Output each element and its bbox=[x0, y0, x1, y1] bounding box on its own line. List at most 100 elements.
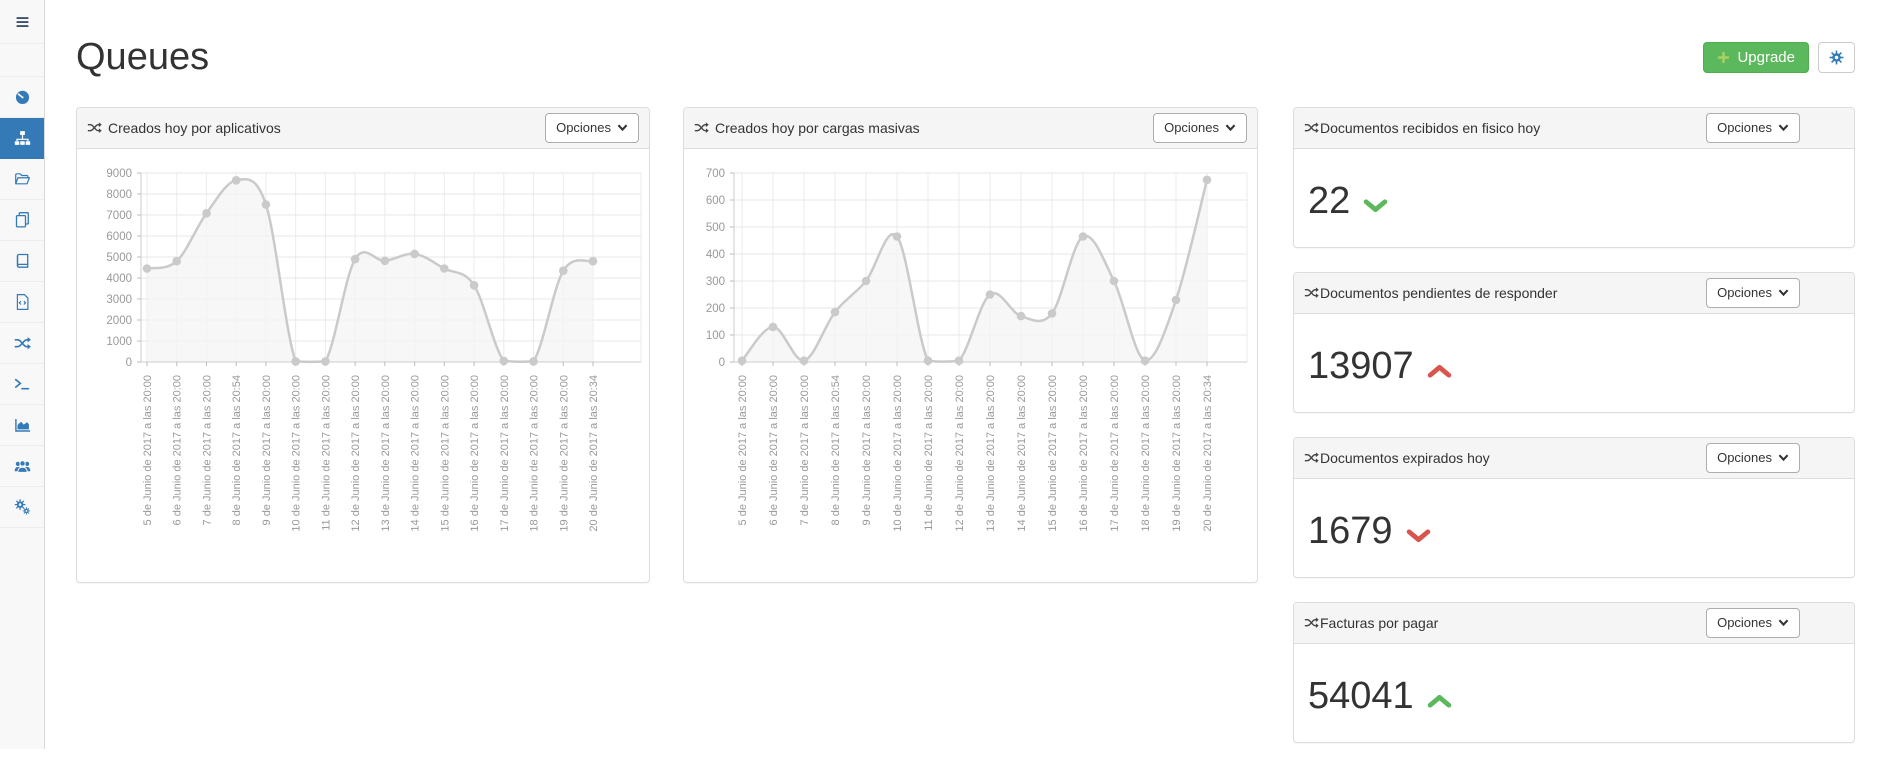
upgrade-button[interactable]: Upgrade bbox=[1703, 42, 1809, 73]
plus-icon bbox=[1717, 51, 1730, 64]
chart-title-text: Creados hoy por aplicativos bbox=[108, 120, 281, 136]
chart-card-body: 01002003004005006007005 de Junio de 2017… bbox=[684, 149, 1257, 582]
header-actions: Upgrade bbox=[1703, 42, 1855, 73]
stat-card-2: Documentos expirados hoy Opciones 1679 bbox=[1293, 437, 1855, 578]
chart-card-title: Creados hoy por aplicativos bbox=[87, 120, 281, 136]
svg-text:6000: 6000 bbox=[106, 231, 132, 243]
options-select[interactable]: Opciones bbox=[545, 113, 639, 143]
shuffle-icon bbox=[87, 121, 102, 134]
sidebar-item-dashboard[interactable] bbox=[0, 77, 44, 118]
stat-card-body: 22 bbox=[1294, 149, 1854, 248]
svg-text:300: 300 bbox=[706, 276, 725, 288]
stat-card-3: Facturas por pagar Opciones 54041 bbox=[1293, 602, 1855, 743]
svg-text:8 de Junio de 2017 a las 20:54: 8 de Junio de 2017 a las 20:54 bbox=[231, 375, 243, 525]
svg-text:8000: 8000 bbox=[106, 189, 132, 201]
svg-text:5000: 5000 bbox=[106, 252, 132, 264]
svg-text:13 de Junio de 2017 a las 20:0: 13 de Junio de 2017 a las 20:00 bbox=[380, 375, 392, 532]
options-select[interactable]: Opciones bbox=[1706, 443, 1800, 473]
svg-text:11 de Junio de 2017 a las 20:0: 11 de Junio de 2017 a las 20:00 bbox=[320, 375, 332, 531]
sidebar-item-shuffle[interactable] bbox=[0, 323, 44, 364]
options-label: Opciones bbox=[1717, 285, 1772, 300]
svg-text:4000: 4000 bbox=[106, 273, 132, 285]
svg-text:16 de Junio de 2017 a las 20:0: 16 de Junio de 2017 a las 20:00 bbox=[1078, 375, 1090, 532]
chart-card-creados-aplicativos: Creados hoy por aplicativosOpciones01000… bbox=[76, 107, 650, 583]
sidebar-item-sitemap[interactable] bbox=[0, 118, 44, 159]
sidebar-item-file-code[interactable] bbox=[0, 282, 44, 323]
shuffle-icon bbox=[1304, 616, 1319, 629]
sidebar-item-book[interactable] bbox=[0, 241, 44, 282]
svg-text:5 de Junio de 2017 a las 20:00: 5 de Junio de 2017 a las 20:00 bbox=[142, 375, 154, 525]
stat-title-text: Documentos expirados hoy bbox=[1320, 450, 1490, 466]
svg-text:18 de Junio de 2017 a las 20:0: 18 de Junio de 2017 a las 20:00 bbox=[529, 375, 541, 532]
stat-card-header: Facturas por pagar Opciones bbox=[1294, 603, 1854, 644]
svg-text:400: 400 bbox=[706, 249, 725, 261]
chart-title-text: Creados hoy por cargas masivas bbox=[715, 120, 920, 136]
sidebar-item-folder-open[interactable] bbox=[0, 159, 44, 200]
stat-value: 1679 bbox=[1308, 512, 1393, 550]
sidebar-item-bars[interactable] bbox=[0, 0, 44, 44]
options-select[interactable]: Opciones bbox=[1706, 113, 1800, 143]
stat-card-body: 1679 bbox=[1294, 479, 1854, 578]
svg-text:2000: 2000 bbox=[106, 315, 132, 327]
options-label: Opciones bbox=[1717, 615, 1772, 630]
chart-card-header: Creados hoy por cargas masivas Opciones bbox=[684, 108, 1257, 149]
svg-text:0: 0 bbox=[719, 357, 725, 369]
svg-text:20 de Junio de 2017 a las 20:3: 20 de Junio de 2017 a las 20:34 bbox=[1202, 375, 1214, 532]
options-select[interactable]: Opciones bbox=[1706, 278, 1800, 308]
shuffle-icon bbox=[1304, 451, 1319, 464]
sidebar-item-terminal[interactable] bbox=[0, 364, 44, 405]
svg-text:20 de Junio de 2017 a las 20:3: 20 de Junio de 2017 a las 20:34 bbox=[588, 375, 600, 532]
svg-text:13 de Junio de 2017 a las 20:0: 13 de Junio de 2017 a las 20:00 bbox=[985, 375, 997, 532]
sidebar-item-users[interactable] bbox=[0, 446, 44, 487]
svg-text:16 de Junio de 2017 a las 20:0: 16 de Junio de 2017 a las 20:00 bbox=[469, 375, 481, 532]
sidebar-item-cogs[interactable] bbox=[0, 487, 44, 528]
upgrade-button-label: Upgrade bbox=[1737, 49, 1795, 66]
options-select[interactable]: Opciones bbox=[1706, 608, 1800, 638]
stat-title-text: Facturas por pagar bbox=[1320, 615, 1438, 631]
settings-button[interactable] bbox=[1818, 42, 1855, 73]
svg-text:17 de Junio de 2017 a las 20:0: 17 de Junio de 2017 a las 20:00 bbox=[499, 375, 511, 532]
stat-card-title: Documentos expirados hoy bbox=[1304, 450, 1490, 466]
sidebar-nav bbox=[0, 0, 44, 528]
svg-text:600: 600 bbox=[706, 195, 725, 207]
svg-text:15 de Junio de 2017 a las 20:0: 15 de Junio de 2017 a las 20:00 bbox=[439, 375, 451, 532]
file-code-icon bbox=[14, 294, 31, 310]
options-label: Opciones bbox=[1717, 450, 1772, 465]
stat-card-header: Documentos expirados hoy Opciones bbox=[1294, 438, 1854, 479]
stat-card-body: 13907 bbox=[1294, 314, 1854, 413]
svg-text:9 de Junio de 2017 a las 20:00: 9 de Junio de 2017 a las 20:00 bbox=[861, 375, 873, 525]
svg-text:7 de Junio de 2017 a las 20:00: 7 de Junio de 2017 a las 20:00 bbox=[201, 375, 213, 525]
shuffle-icon bbox=[1304, 121, 1319, 134]
svg-text:6 de Junio de 2017 a las 20:00: 6 de Junio de 2017 a las 20:00 bbox=[172, 375, 184, 525]
sitemap-icon bbox=[14, 130, 31, 146]
svg-text:14 de Junio de 2017 a las 20:0: 14 de Junio de 2017 a las 20:00 bbox=[410, 375, 422, 532]
chevron-down-icon bbox=[1778, 454, 1789, 461]
stat-card-1: Documentos pendientes de responderOpcion… bbox=[1293, 272, 1855, 413]
chevron-down-icon bbox=[1778, 289, 1789, 296]
svg-text:14 de Junio de 2017 a las 20:0: 14 de Junio de 2017 a las 20:00 bbox=[1016, 375, 1028, 532]
stat-card-title: Documentos recibidos en fisico hoy bbox=[1304, 120, 1540, 136]
shuffle-icon bbox=[1304, 286, 1319, 299]
stat-card-body: 54041 bbox=[1294, 644, 1854, 743]
trend-up-icon bbox=[1427, 363, 1452, 379]
chart-canvas: 01000200030004000500060007000800090005 d… bbox=[77, 149, 649, 582]
sidebar-item-area-chart[interactable] bbox=[0, 405, 44, 446]
area-chart-icon bbox=[14, 417, 31, 433]
stat-card-header: Documentos pendientes de responderOpcion… bbox=[1294, 273, 1854, 314]
svg-text:0: 0 bbox=[126, 357, 132, 369]
chart-card-title: Creados hoy por cargas masivas bbox=[694, 120, 920, 136]
stat-value: 54041 bbox=[1308, 677, 1414, 715]
svg-text:6 de Junio de 2017 a las 20:00: 6 de Junio de 2017 a las 20:00 bbox=[768, 375, 780, 525]
page-title: Queues bbox=[76, 36, 209, 80]
trend-up-icon bbox=[1427, 693, 1452, 709]
sidebar-spacer bbox=[0, 44, 44, 77]
folder-open-icon bbox=[14, 171, 31, 187]
svg-text:9000: 9000 bbox=[106, 168, 132, 180]
stat-cards-column: Documentos recibidos en fisico hoy Opcion… bbox=[1293, 107, 1855, 767]
svg-text:15 de Junio de 2017 a las 20:0: 15 de Junio de 2017 a las 20:00 bbox=[1047, 375, 1059, 532]
trend-down-icon bbox=[1406, 528, 1431, 544]
sidebar-item-copy[interactable] bbox=[0, 200, 44, 241]
options-select[interactable]: Opciones bbox=[1153, 113, 1247, 143]
gear-icon bbox=[1829, 50, 1844, 65]
stat-value: 22 bbox=[1308, 182, 1350, 220]
